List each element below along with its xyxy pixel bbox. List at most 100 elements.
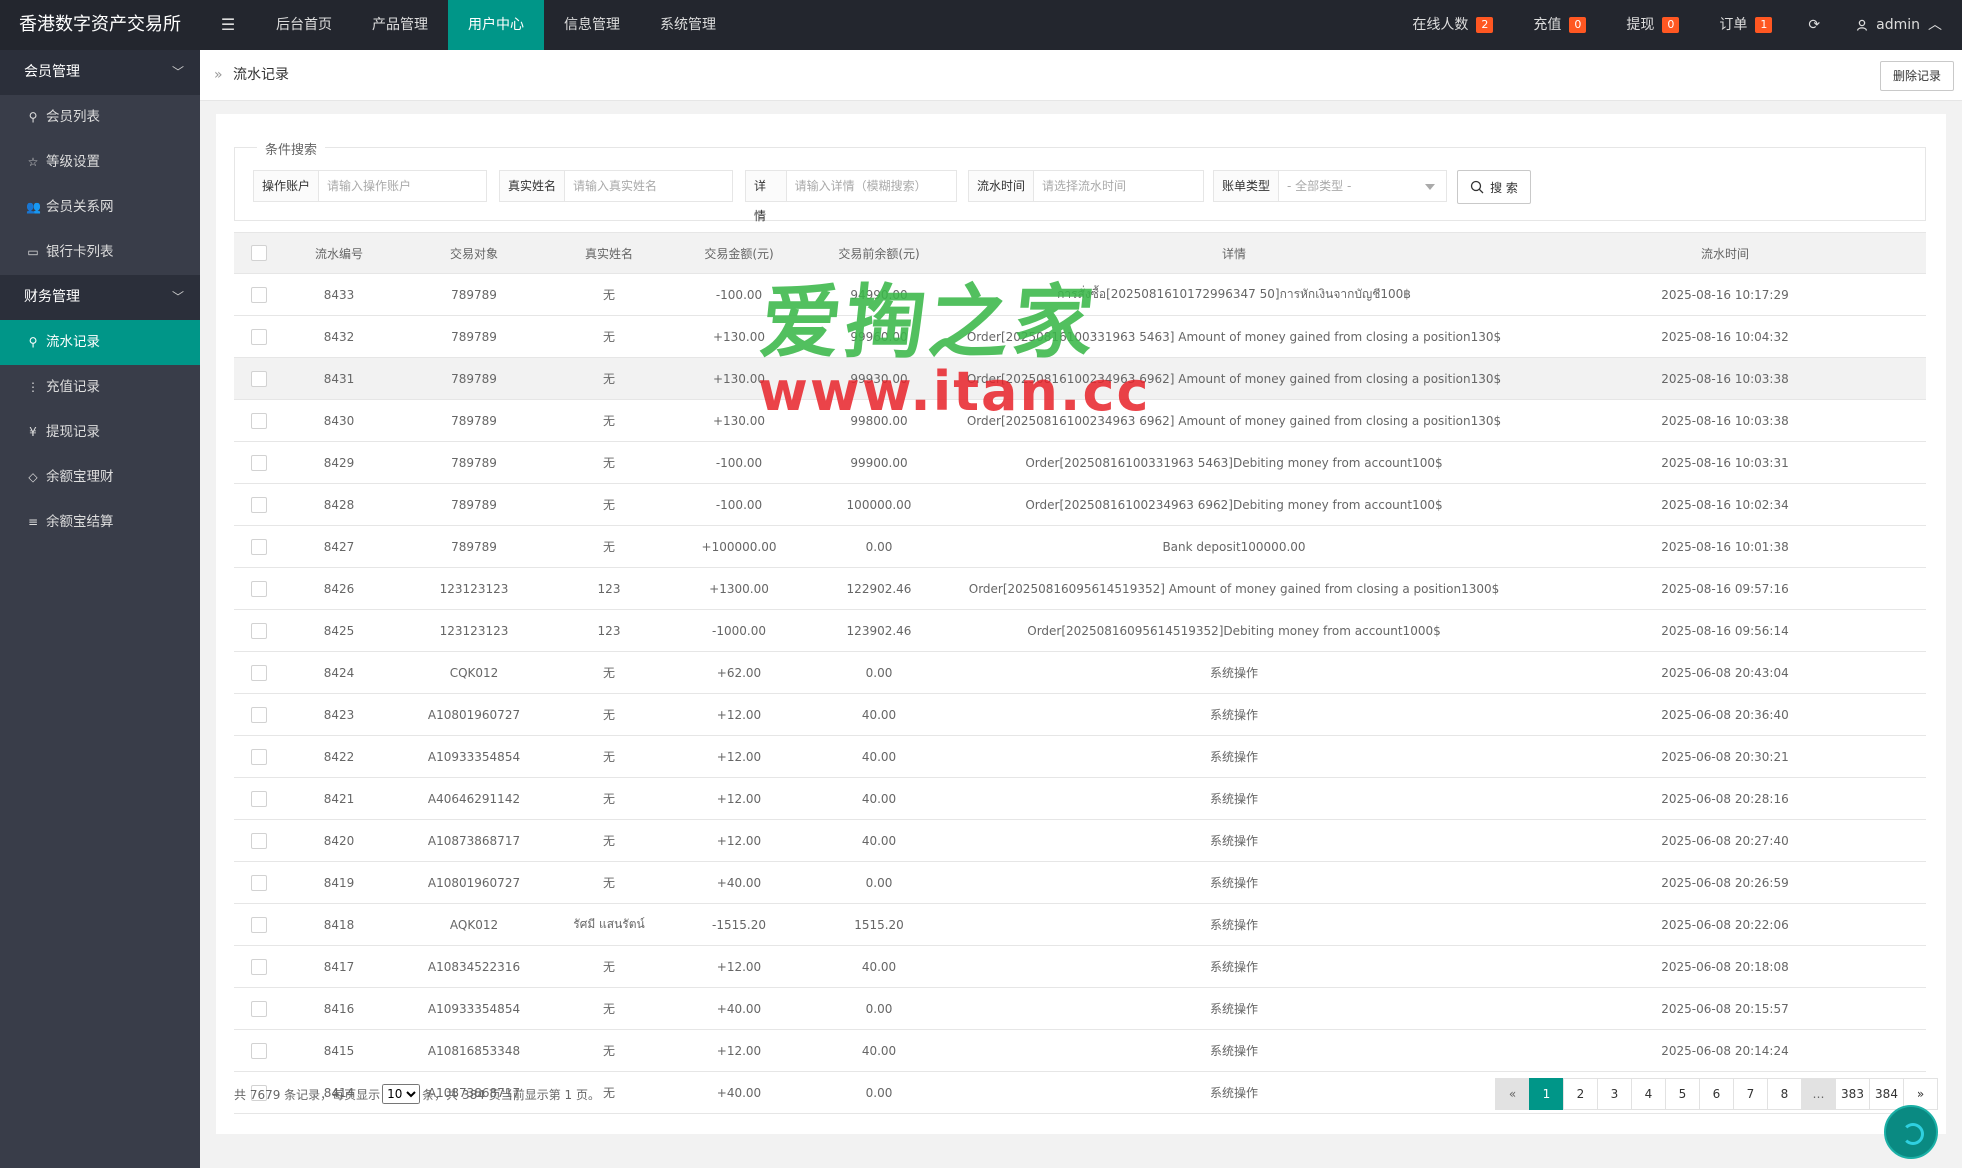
- nav-item[interactable]: 系统管理: [640, 0, 736, 50]
- page-button: …: [1801, 1078, 1836, 1110]
- search-button-label: 搜 索: [1490, 180, 1518, 195]
- page-button[interactable]: 383: [1835, 1078, 1870, 1110]
- sidebar-item[interactable]: ⚲ 会员列表: [0, 95, 200, 140]
- user-menu[interactable]: admin ︿: [1836, 0, 1962, 50]
- row-checkbox[interactable]: [251, 454, 267, 471]
- prev-page-button[interactable]: «: [1495, 1078, 1530, 1110]
- withdraw-link[interactable]: 提现 0: [1606, 0, 1699, 50]
- row-checkbox-cell: [234, 903, 284, 946]
- table-row: 8419 A10801960727 无 +40.00 0.00 系统操作 2025-06-0…: [234, 861, 1926, 904]
- table-cell: +40.00: [664, 1071, 814, 1114]
- table-cell: +12.00: [664, 945, 814, 988]
- row-checkbox[interactable]: [251, 664, 267, 681]
- sidebar-item[interactable]: 👥 会员关系网: [0, 185, 200, 230]
- table-cell: 40.00: [814, 735, 944, 778]
- row-checkbox[interactable]: [251, 538, 267, 555]
- table-cell: 8426: [284, 567, 394, 610]
- page-button[interactable]: 5: [1665, 1078, 1700, 1110]
- row-checkbox[interactable]: [251, 622, 267, 639]
- detail-input[interactable]: [786, 171, 956, 201]
- menu-toggle-icon[interactable]: ☰: [200, 0, 256, 50]
- table-cell: 2025-06-08 20:14:24: [1524, 1029, 1926, 1072]
- recharge-link[interactable]: 充值 0: [1513, 0, 1606, 50]
- page-button[interactable]: 1: [1529, 1078, 1564, 1110]
- page-button[interactable]: 3: [1597, 1078, 1632, 1110]
- row-checkbox[interactable]: [251, 874, 267, 891]
- time-picker-input[interactable]: [1034, 171, 1201, 201]
- search-button[interactable]: 搜 索: [1457, 170, 1531, 204]
- row-checkbox[interactable]: [251, 1042, 267, 1059]
- breadcrumb: » 流水记录: [214, 50, 289, 100]
- row-checkbox-cell: [234, 483, 284, 526]
- app-logo-title[interactable]: 香港数字资产交易所: [0, 0, 200, 50]
- row-checkbox[interactable]: [251, 412, 267, 429]
- row-checkbox[interactable]: [251, 328, 267, 345]
- row-checkbox[interactable]: [251, 580, 267, 597]
- row-checkbox[interactable]: [251, 706, 267, 723]
- delete-records-button[interactable]: 删除记录: [1879, 61, 1954, 91]
- table-row: 8427 789789 无 +100000.00 0.00 Bank deposit100…: [234, 525, 1926, 568]
- table-cell: A10801960727: [394, 693, 554, 736]
- row-checkbox[interactable]: [251, 832, 267, 849]
- table-cell: 789789: [394, 273, 554, 316]
- refresh-icon[interactable]: ⟳: [1792, 0, 1836, 50]
- sidebar-item[interactable]: ⋮ 充值记录: [0, 365, 200, 410]
- row-checkbox[interactable]: [251, 1000, 267, 1017]
- sidebar-item[interactable]: ≡ 余额宝结算: [0, 500, 200, 545]
- recharge-badge: 0: [1569, 17, 1587, 33]
- select-all-checkbox[interactable]: [251, 245, 267, 261]
- page-button[interactable]: 7: [1733, 1078, 1768, 1110]
- caret-down-icon: [1425, 184, 1436, 190]
- sidebar-item[interactable]: ⚲ 流水记录: [0, 320, 200, 365]
- page-button[interactable]: 384: [1869, 1078, 1904, 1110]
- row-checkbox[interactable]: [251, 958, 267, 975]
- page-size-select[interactable]: 10: [382, 1084, 421, 1104]
- table-cell: 无: [554, 819, 664, 862]
- row-checkbox[interactable]: [251, 748, 267, 765]
- account-input[interactable]: [319, 171, 484, 201]
- row-checkbox[interactable]: [251, 916, 267, 933]
- detail-field-label: 详情: [746, 171, 787, 223]
- sidebar-item-label: 会员列表: [46, 109, 100, 125]
- sidebar-item[interactable]: ◇ 余额宝理财: [0, 455, 200, 500]
- sidebar-group[interactable]: 会员管理 ﹀: [0, 50, 200, 95]
- row-checkbox-cell: [234, 651, 284, 694]
- search-icon: [1470, 180, 1484, 194]
- page-button[interactable]: 2: [1563, 1078, 1598, 1110]
- sidebar-item[interactable]: ☆ 等级设置: [0, 140, 200, 185]
- page-button[interactable]: 8: [1767, 1078, 1802, 1110]
- floating-assistant-button[interactable]: [1884, 1105, 1938, 1159]
- table-cell: 系统操作: [944, 735, 1524, 778]
- row-checkbox[interactable]: [251, 286, 267, 303]
- table-cell: รัศมี แสนรัตน์: [554, 903, 664, 946]
- row-checkbox[interactable]: [251, 370, 267, 387]
- table-cell: 2025-06-08 20:27:40: [1524, 819, 1926, 862]
- online-users-link[interactable]: 在线人数 2: [1392, 0, 1513, 50]
- nav-item[interactable]: 信息管理: [544, 0, 640, 50]
- page-button[interactable]: 6: [1699, 1078, 1734, 1110]
- sidebar-group[interactable]: 财务管理 ﹀: [0, 275, 200, 320]
- nav-item[interactable]: 后台首页: [256, 0, 352, 50]
- realname-input[interactable]: [565, 171, 730, 201]
- sidebar-item[interactable]: ¥ 提现记录: [0, 410, 200, 455]
- type-select[interactable]: - 全部类型 -: [1279, 171, 1445, 201]
- nav-item[interactable]: 产品管理: [352, 0, 448, 50]
- table-cell: 123: [554, 567, 664, 610]
- row-checkbox[interactable]: [251, 790, 267, 807]
- table-cell: A10933354854: [394, 987, 554, 1030]
- orders-link[interactable]: 订单 1: [1699, 0, 1792, 50]
- sidebar-item-label: 流水记录: [46, 334, 100, 350]
- sidebar-item[interactable]: ▭ 银行卡列表: [0, 230, 200, 275]
- nav-item[interactable]: 用户中心: [448, 0, 544, 50]
- time-field-label: 流水时间: [969, 171, 1035, 201]
- row-checkbox-cell: [234, 819, 284, 862]
- account-field-label: 操作账户: [254, 171, 320, 201]
- table-row: 8424 CQK012 无 +62.00 0.00 系统操作 2025-06-08 20:4…: [234, 651, 1926, 694]
- table-cell: 40.00: [814, 819, 944, 862]
- table-cell: 2025-06-08 20:28:16: [1524, 777, 1926, 820]
- table-row: 8428 789789 无 -100.00 100000.00 Order[2025081…: [234, 483, 1926, 526]
- table-cell: 8427: [284, 525, 394, 568]
- row-checkbox[interactable]: [251, 496, 267, 513]
- page-button[interactable]: 4: [1631, 1078, 1666, 1110]
- search-fieldset: 条件搜索 操作账户 真实姓名 详情 流水时间 账单类型 - 全部类型 - 搜 索: [234, 139, 1926, 223]
